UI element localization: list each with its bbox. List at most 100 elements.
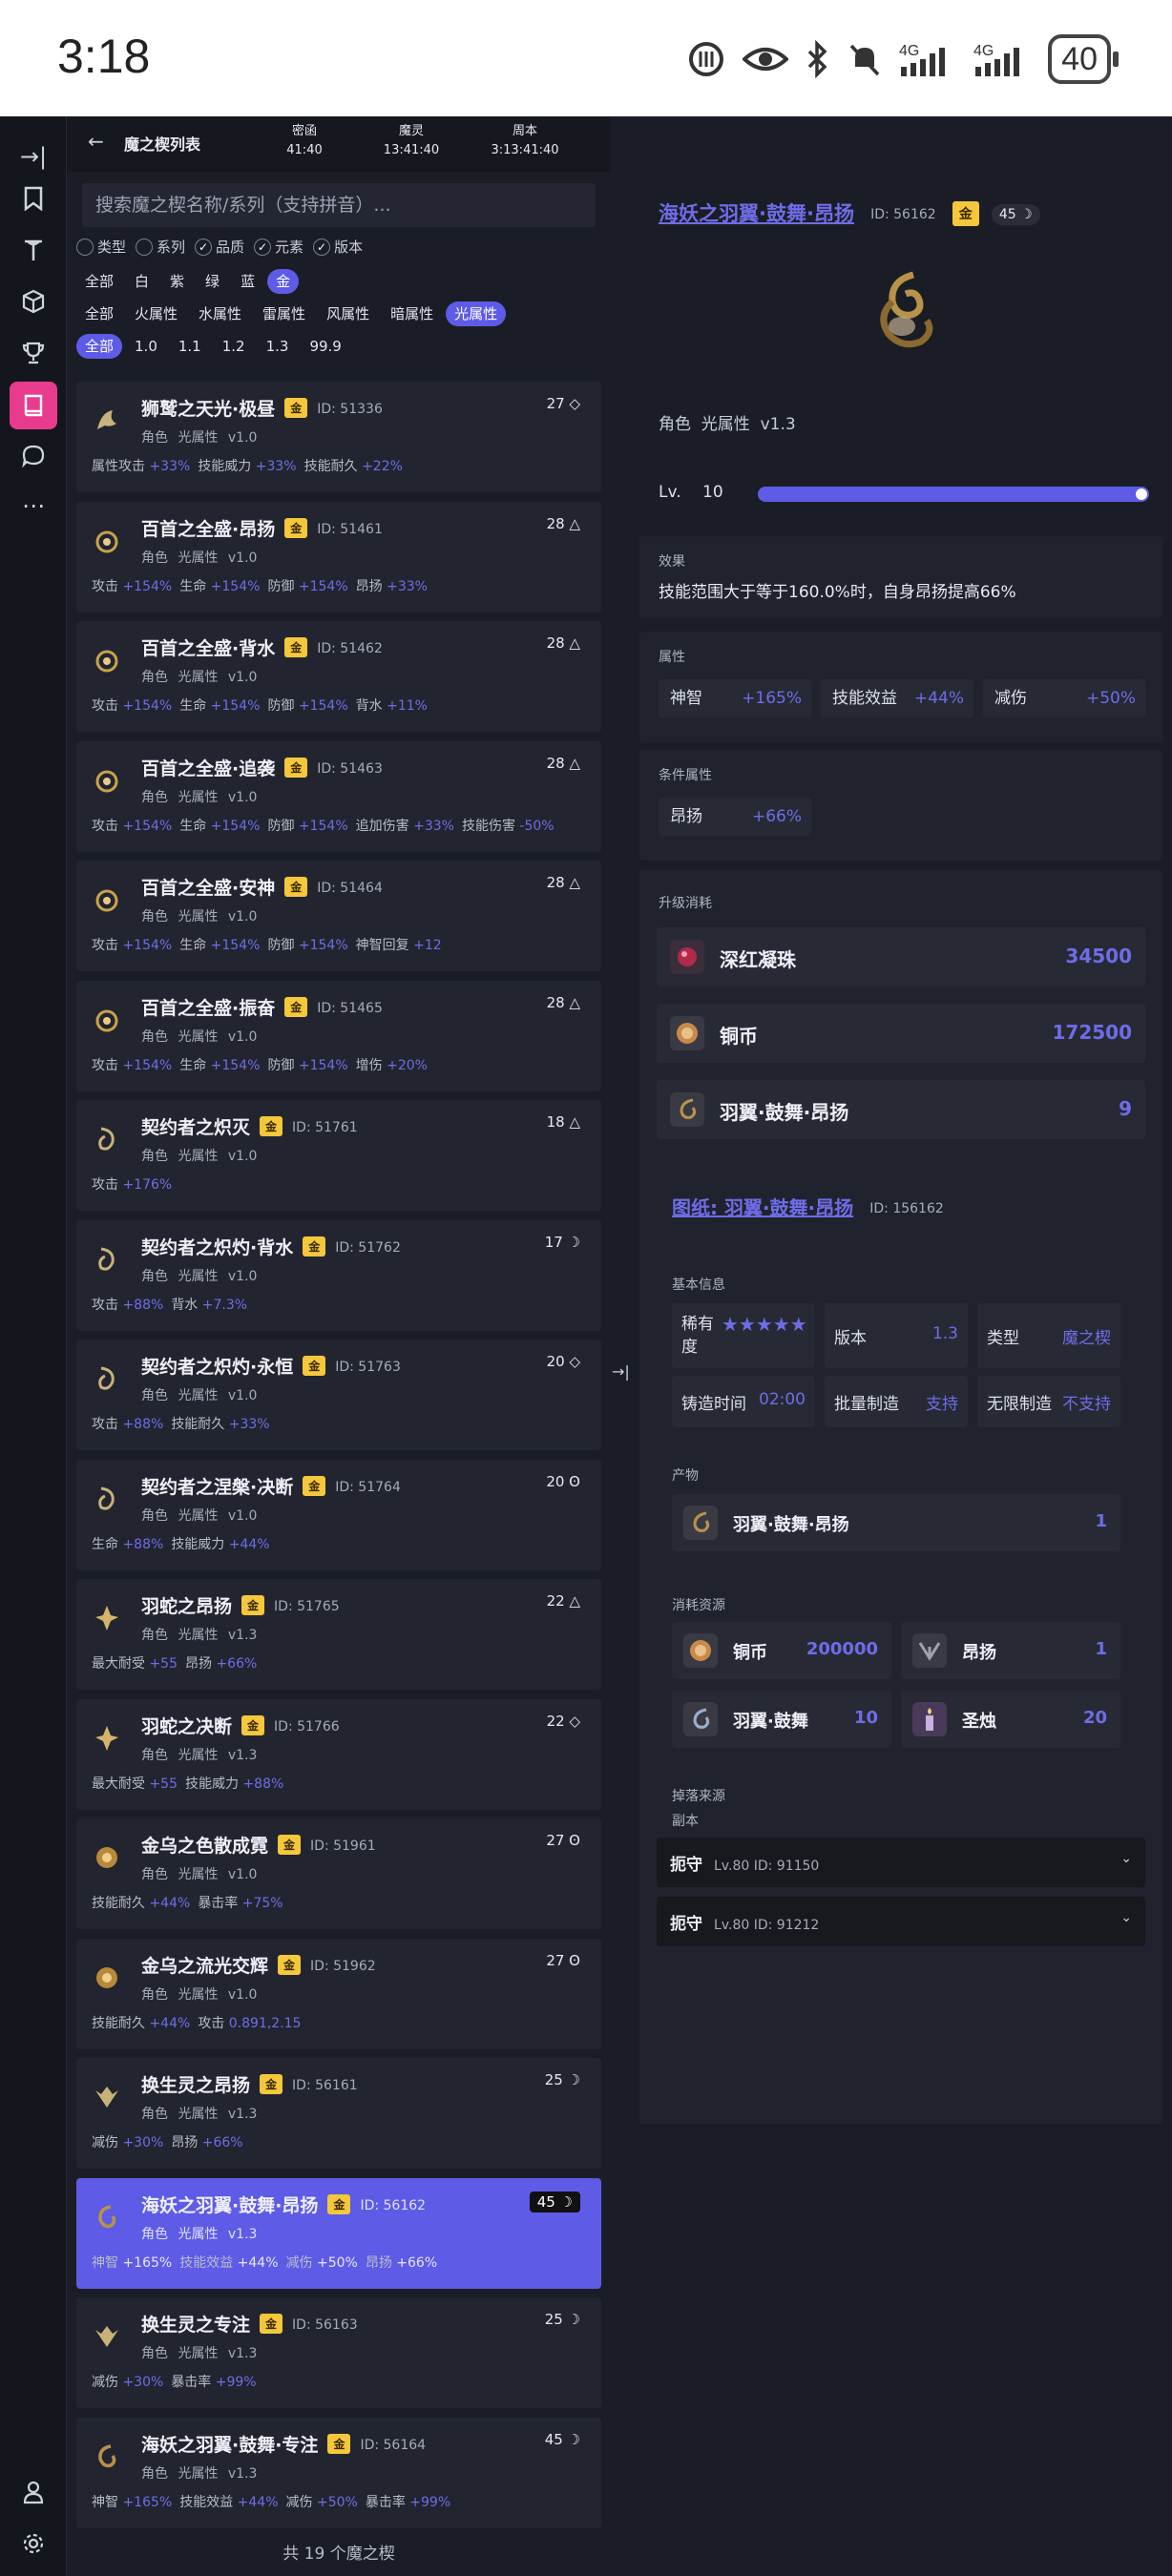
- cube-icon[interactable]: [12, 280, 54, 322]
- chip-element-water[interactable]: 水属性: [190, 301, 250, 326]
- stat-name: 技能耐久: [92, 2015, 145, 2031]
- item-id: ID: 51465: [317, 1000, 383, 1016]
- stat-value: +154%: [210, 938, 261, 953]
- version-chips: 全部 1.0 1.1 1.2 1.3 99.9: [76, 334, 350, 359]
- level-slider-handle[interactable]: [1136, 488, 1147, 500]
- list-item[interactable]: 百首之全盛·安神金 ID: 51464 角色 光属性 v1.0 28 △ 攻击 +154…: [76, 861, 601, 971]
- settings-icon[interactable]: [12, 2523, 54, 2565]
- list-item[interactable]: 契约者之炽灭金 ID: 51761 角色 光属性 v1.0 18 △ 攻击 +176%: [76, 1100, 601, 1211]
- user-icon[interactable]: [12, 2471, 54, 2513]
- checkbox-icon: [76, 238, 94, 256]
- chip-quality-all[interactable]: 全部: [76, 269, 122, 294]
- list-item[interactable]: 契约者之炽灼·背水金 ID: 51762 角色 光属性 v1.0 17 ☽ 攻击 +88…: [76, 1219, 601, 1331]
- filter-quality[interactable]: ✓ 品质: [195, 237, 244, 257]
- text-tool-icon[interactable]: [12, 229, 54, 271]
- type-label: 类型: [987, 1329, 1019, 1348]
- chip-quality-purple[interactable]: 紫: [161, 269, 193, 294]
- list-item[interactable]: 换生灵之昂扬金 ID: 56161 角色 光属性 v1.3 25 ☽ 减伤 +30% 昂扬…: [76, 2058, 601, 2169]
- quality-badge: 金: [327, 2193, 351, 2214]
- signal-4g-icon: 4G: [899, 43, 946, 76]
- item-meta: 角色 光属性 v1.0: [141, 670, 258, 685]
- filter-element[interactable]: ✓ 元素: [254, 237, 303, 257]
- svg-text:4G: 4G: [973, 43, 994, 59]
- list-item[interactable]: 百首之全盛·昂扬金 ID: 51461 角色 光属性 v1.0 28 △ 攻击 +154…: [76, 501, 601, 613]
- stat-name: 减伤: [92, 2375, 118, 2390]
- material-value: 10: [853, 1708, 878, 1728]
- timer-letter: 密函 41:40: [262, 122, 347, 160]
- list-item[interactable]: 羽蛇之昂扬金 ID: 51765 角色 光属性 v1.3 22 △ 最大耐受 +55 昂扬…: [76, 1579, 601, 1690]
- chip-element-light[interactable]: 光属性: [446, 301, 507, 326]
- chip-element-thunder[interactable]: 雷属性: [254, 301, 314, 326]
- chip-version-1-0[interactable]: 1.0: [126, 334, 166, 359]
- stat-value: +12: [413, 938, 442, 953]
- chip-element-wind[interactable]: 风属性: [318, 301, 378, 326]
- item-name: 换生灵之昂扬金 ID: 56161: [141, 2071, 358, 2097]
- bookmark-icon[interactable]: [12, 177, 54, 219]
- chip-version-1-3[interactable]: 1.3: [258, 334, 298, 359]
- chip-quality-white[interactable]: 白: [126, 269, 157, 294]
- item-name-text: 契约者之涅槃·决断: [141, 1476, 294, 1498]
- item-meta: 角色 光属性 v1.3: [141, 2346, 258, 2361]
- chip-quality-green[interactable]: 绿: [197, 269, 228, 294]
- stat-name: 攻击: [92, 1417, 118, 1432]
- list-item[interactable]: 金乌之流光交辉金 ID: 51962 角色 光属性 v1.0 27 ʘ 技能耐久 +44…: [76, 1938, 601, 2049]
- level-slider[interactable]: [758, 487, 1149, 502]
- stat-name: 暴击率: [365, 2494, 406, 2510]
- effect-text: 技能范围大于等于160.0%时，自身昂扬提高66%: [659, 583, 1016, 602]
- stat-value: +33%: [149, 459, 191, 474]
- stat-name: 防御: [267, 818, 295, 834]
- more-icon[interactable]: ⋯: [12, 485, 54, 527]
- list-item[interactable]: 百首之全盛·振奋金 ID: 51465 角色 光属性 v1.0 28 △ 攻击 +154…: [76, 980, 601, 1091]
- chip-quality-blue[interactable]: 蓝: [232, 269, 263, 294]
- chip-element-all[interactable]: 全部: [76, 301, 122, 326]
- trophy-icon[interactable]: [12, 332, 54, 374]
- chip-element-dark[interactable]: 暗属性: [382, 301, 442, 326]
- chip-version-1-2[interactable]: 1.2: [214, 334, 254, 359]
- list-item[interactable]: 金乌之色散成霓金 ID: 51961 角色 光属性 v1.0 27 ʘ 技能耐久 +44…: [76, 1818, 601, 1929]
- list-item[interactable]: 海妖之羽翼·鼓舞·专注金 ID: 56164 角色 光属性 v1.3 45 ☽ 神智 +…: [76, 2417, 601, 2528]
- list-item[interactable]: 海妖之羽翼·鼓舞·昂扬金 ID: 56162 角色 光属性 v1.3 45 ☽ 神智 +…: [76, 2177, 601, 2289]
- chat-icon[interactable]: [12, 435, 54, 477]
- list-item[interactable]: 狮鹫之天光·极昼金 ID: 51336 角色 光属性 v1.0 27 ◇ 属性攻击 +3…: [76, 382, 601, 492]
- wing-item-icon: [683, 1506, 718, 1540]
- chip-quality-gold[interactable]: 金: [267, 269, 300, 294]
- list-item[interactable]: 百首之全盛·背水金 ID: 51462 角色 光属性 v1.0 28 △ 攻击 +154…: [76, 621, 601, 732]
- forge-time-box: 铸造时间 02:00: [672, 1376, 815, 1427]
- list-item[interactable]: 换生灵之专注金 ID: 56163 角色 光属性 v1.3 25 ☽ 减伤 +30% 暴击…: [76, 2297, 601, 2408]
- attribute-box: 神智 +165%: [659, 679, 811, 717]
- back-arrow-icon[interactable]: ←: [88, 130, 104, 153]
- item-id: ID: 51762: [335, 1239, 401, 1256]
- book-icon[interactable]: [10, 382, 57, 429]
- stat-name: 生命: [92, 1536, 118, 1552]
- chip-version-1-1[interactable]: 1.1: [170, 334, 210, 359]
- detail-title-link[interactable]: 海妖之羽翼·鼓舞·昂扬: [659, 202, 854, 225]
- item-name: 羽蛇之决断金 ID: 51766: [141, 1713, 340, 1738]
- stat-value: +154%: [298, 938, 348, 953]
- stat-value: +154%: [210, 578, 261, 594]
- stat-value: +165%: [122, 2494, 173, 2510]
- filter-version[interactable]: ✓ 版本: [313, 237, 363, 257]
- stat-value: +154%: [298, 818, 348, 834]
- item-id: ID: 51962: [310, 1958, 376, 1974]
- filter-series[interactable]: 系列: [136, 237, 185, 257]
- quality-badge: 金: [303, 1356, 326, 1376]
- checkmark-icon: ✓: [313, 238, 331, 256]
- list-item[interactable]: 契约者之炽灼·永恒金 ID: 51763 角色 光属性 v1.0 20 ◇ 攻击 +88…: [76, 1340, 601, 1450]
- list-item[interactable]: 羽蛇之决断金 ID: 51766 角色 光属性 v1.3 22 ◇ 最大耐受 +55 技能…: [76, 1698, 601, 1810]
- chip-version-99-9[interactable]: 99.9: [301, 334, 349, 359]
- rarity-label: 稀有度: [681, 1315, 714, 1357]
- chip-version-all[interactable]: 全部: [76, 334, 123, 359]
- search-input[interactable]: 搜索魔之楔名称/系列（支持拼音）...: [82, 183, 596, 227]
- expand-icon[interactable]: →|: [12, 135, 54, 177]
- drop-source-row[interactable]: 扼守 Lv.80 ID: 91150 ⌄: [657, 1838, 1145, 1887]
- list-item[interactable]: 百首之全盛·追袭金 ID: 51463 角色 光属性 v1.0 28 △ 攻击 +154…: [76, 740, 601, 852]
- drop-source-row[interactable]: 扼守 Lv.80 ID: 91212 ⌄: [657, 1897, 1145, 1946]
- stat-name: 昂扬: [171, 2135, 199, 2150]
- item-meta: 角色 光属性 v1.0: [141, 909, 258, 924]
- collapse-panel-icon[interactable]: →|: [612, 1362, 630, 1381]
- blueprint-title-link[interactable]: 图纸: 羽翼·鼓舞·昂扬: [672, 1196, 853, 1219]
- item-name: 金乌之色散成霓金 ID: 51961: [141, 1832, 376, 1858]
- filter-type[interactable]: 类型: [76, 237, 126, 257]
- chip-element-fire[interactable]: 火属性: [126, 301, 186, 326]
- list-item[interactable]: 契约者之涅槃·决断金 ID: 51764 角色 光属性 v1.0 20 ʘ 生命 +88…: [76, 1459, 601, 1570]
